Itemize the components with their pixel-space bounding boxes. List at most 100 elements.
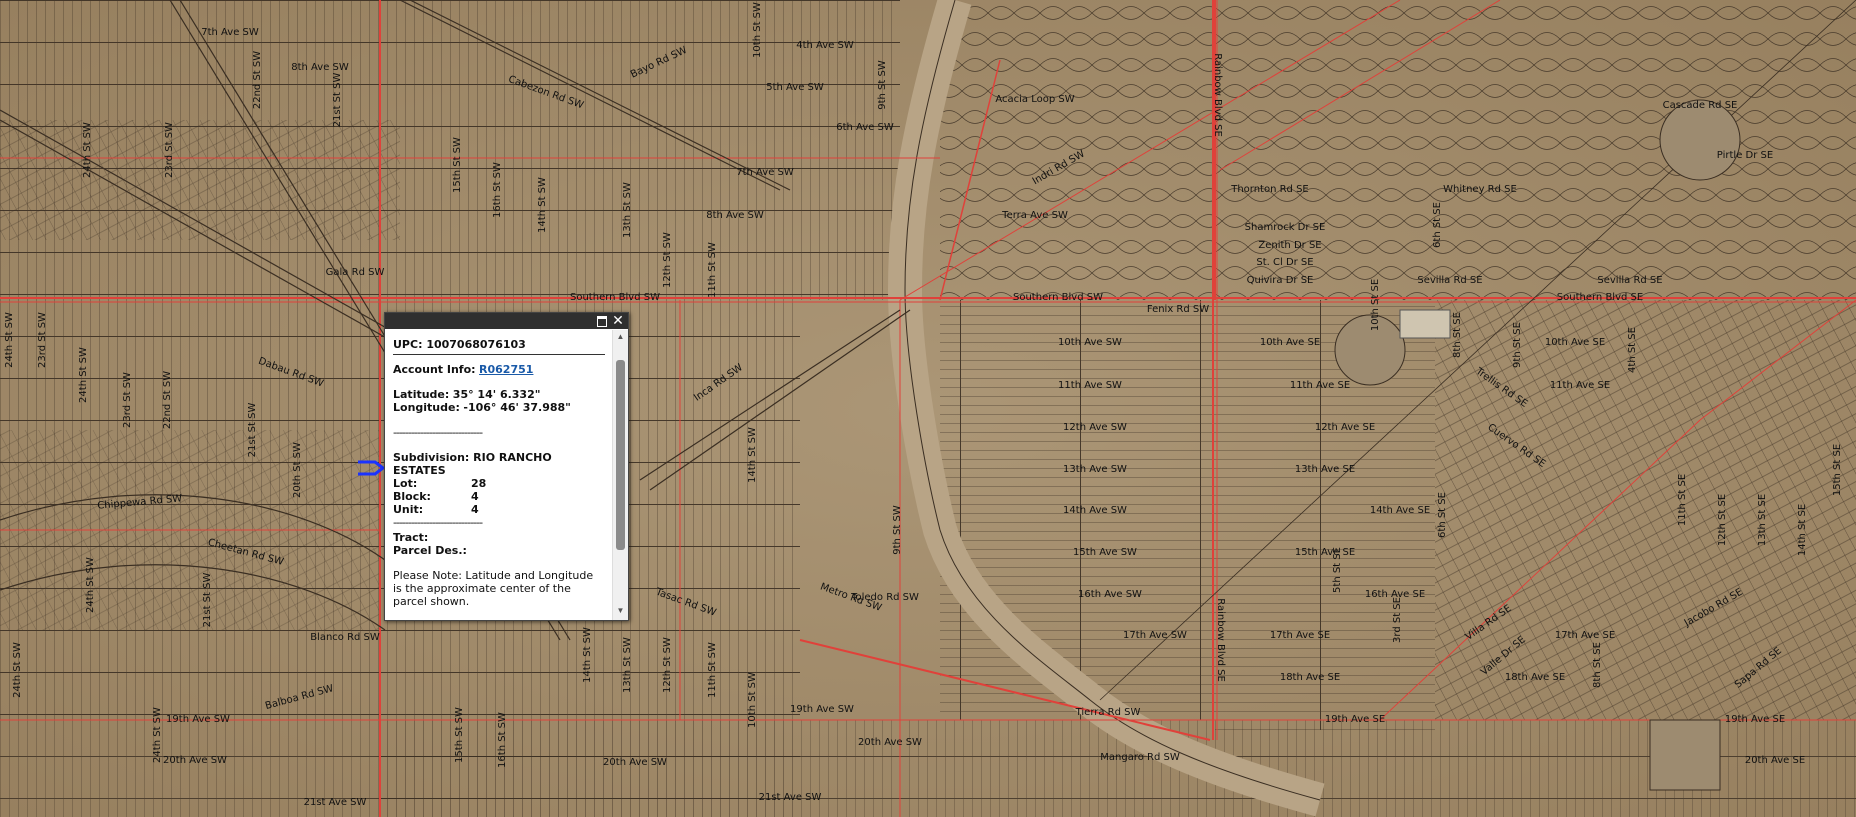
scroll-down-icon[interactable]: ▼ [613,606,628,618]
street-label: Cascade Rd SE [1663,100,1738,111]
street-label: Mangaro Rd SW [1100,752,1180,763]
street-label: 20th St SW [292,442,303,498]
subdivision-row: Subdivision: RIO RANCHO ESTATES [393,451,552,477]
street-label: 22nd St SW [162,371,173,429]
street-label: 4th St SE [1627,327,1638,373]
street-label: Quivira Dr SE [1247,275,1314,286]
street-label: 10th St SW [752,2,763,58]
street-label: 10th St SE [1370,279,1381,331]
street-label: 22nd St SW [252,51,263,109]
street-label: 19th Ave SE [1325,714,1385,725]
street-label: 11th Ave SE [1550,380,1610,391]
street-label: 18th Ave SE [1280,672,1340,683]
street-label: Tierra Rd SW [1075,707,1141,718]
street-label: 21st St SW [247,403,258,458]
street-label: Toledo Rd SW [850,592,919,603]
street-label: 14th St SW [747,427,758,483]
street-label: 13th St SW [622,637,633,693]
popup-scrollbar[interactable]: ▲ ▼ [612,330,628,620]
street-label: 9th St SE [1512,322,1523,368]
street-label: 24th St SW [78,347,89,403]
lot-row: Lot: 28 [393,477,487,490]
street-label: 8th Ave SW [706,210,764,221]
street-label: 23rd St SW [122,372,133,428]
street-label: 21st St SW [202,573,213,628]
street-label: Rainbow Blvd SE [1215,598,1226,682]
street-label: 12th Ave SW [1063,422,1127,433]
street-label: 10th Ave SW [1058,337,1122,348]
street-label: 11th St SE [1677,474,1688,526]
street-label: Southern Blvd SW [570,292,660,303]
street-label: 24th St SW [12,642,23,698]
street-label: 21st Ave SW [304,797,367,808]
latitude-row: Latitude: 35° 14' 6.332" [393,388,541,401]
street-label: Southern Blvd SW [1013,292,1103,303]
street-label: 9th St SW [892,505,903,555]
street-label: 11th Ave SE [1290,380,1350,391]
block-row: Block: 4 [393,490,479,503]
street-label: Terra Ave SW [1001,210,1068,221]
street-label: 14th St SE [1797,504,1808,556]
maximize-icon[interactable] [596,315,608,327]
street-label: Shamrock Dr SE [1245,222,1326,233]
map-canvas[interactable]: 7th Ave SW8th Ave SWCabezon Rd SWBayo Rd… [0,0,1856,817]
street-label: 16th St SW [497,712,508,768]
upc-row: UPC: 1007068076103 [393,336,605,355]
street-label: 15th Ave SE [1295,547,1355,558]
street-label: 11th St SW [707,242,718,298]
divider: ------------------------------ [393,426,483,439]
street-label: 12th St SW [662,232,673,288]
street-label: 20th Ave SW [858,737,922,748]
street-label: 10th St SW [747,672,758,728]
street-label: Sevilla Rd SE [1597,275,1662,286]
parcel-des-row: Parcel Des.: [393,544,467,557]
street-label: 20th Ave SW [603,757,667,768]
scroll-up-icon[interactable]: ▲ [613,332,628,344]
account-link[interactable]: R062751 [479,363,533,376]
street-label: 19th Ave SW [166,714,230,725]
close-icon[interactable]: ✕ [612,314,624,328]
street-label: 17th Ave SE [1270,630,1330,641]
street-label: 16th St SW [492,162,503,218]
street-label: 17th Ave SW [1123,630,1187,641]
street-label: 16th Ave SW [1078,589,1142,600]
popup-content: UPC: 1007068076103 Account Info: R062751… [385,330,612,620]
street-label: 8th St SE [1452,312,1463,358]
street-label: 24th St SW [152,707,163,763]
street-label: 12th St SW [662,637,673,693]
street-label: St. Cl Dr SE [1256,257,1313,268]
street-label: 8th St SE [1592,642,1603,688]
street-label: 13th Ave SE [1295,464,1355,475]
street-label: 13th St SW [622,182,633,238]
street-label: 24th St SW [82,122,93,178]
street-label: Fenix Rd SW [1147,304,1209,315]
street-label: 6th Ave SW [836,122,894,133]
street-label: 15th Ave SW [1073,547,1137,558]
street-label: 14th St SW [582,627,593,683]
street-label: 17th Ave SE [1555,630,1615,641]
street-label: Zenith Dr SE [1258,240,1321,251]
map-view[interactable]: 7th Ave SW 8th Ave SW Cabezon Rd SW Bayo Rd… [0,0,1856,817]
scroll-thumb[interactable] [616,360,625,550]
street-label: 23rd St SW [37,312,48,368]
popup-titlebar[interactable]: ✕ [385,313,628,329]
street-label: 13th St SE [1757,494,1768,546]
street-label: Whitney Rd SE [1443,184,1517,195]
street-label: 14th Ave SE [1370,505,1430,516]
street-label: 9th St SW [877,60,888,110]
street-label: Gala Rd SW [326,267,385,278]
street-label: 10th Ave SE [1260,337,1320,348]
street-label: 21st St SW [332,73,343,128]
street-label: 11th St SW [707,642,718,698]
street-label: 23rd St SW [164,122,175,178]
street-label: 19th Ave SE [1725,714,1785,725]
note-text: Please Note: Latitude and Longitude is t… [393,569,594,608]
street-label: 11th Ave SW [1058,380,1122,391]
street-label: 14th St SW [537,177,548,233]
street-label: 12th St SE [1717,494,1728,546]
parcel-info-popup[interactable]: ✕ UPC: 1007068076103 Account Info: R0627… [384,312,629,621]
street-label: 5th St SE [1332,547,1343,593]
street-label: Rainbow Blvd SE [1212,53,1223,137]
street-label: Acacia Loop SW [995,94,1074,105]
street-label: Sevilla Rd SE [1417,275,1482,286]
